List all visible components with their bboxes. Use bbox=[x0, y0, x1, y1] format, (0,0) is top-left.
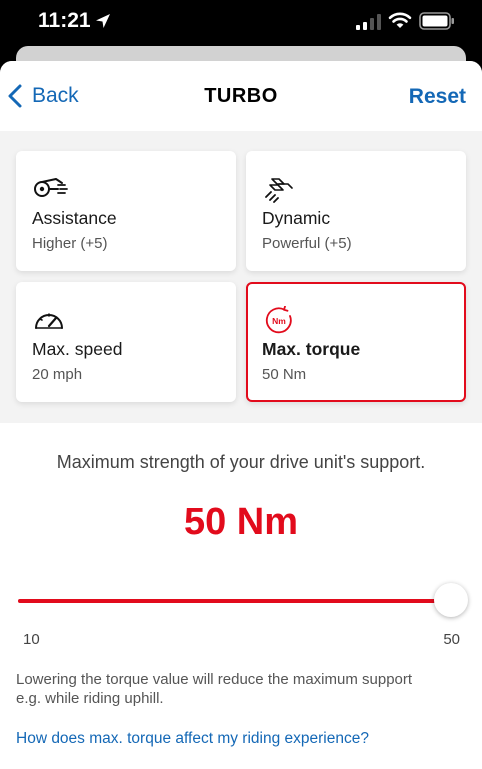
status-time: 11:21 bbox=[38, 9, 91, 32]
setting-description: Maximum strength of your drive unit's su… bbox=[56, 452, 426, 472]
assistance-card[interactable]: Assistance Higher (+5) bbox=[16, 151, 236, 271]
card-title: Assistance bbox=[32, 208, 117, 228]
status-bar: 11:21 bbox=[0, 0, 482, 48]
dynamic-icon bbox=[265, 178, 293, 203]
dynamic-card[interactable]: Dynamic Powerful (+5) bbox=[246, 151, 466, 271]
max-torque-card[interactable]: Nm Max. torque 50 Nm bbox=[246, 282, 466, 402]
wifi-icon bbox=[388, 12, 412, 28]
torque-icon: Nm bbox=[265, 306, 292, 334]
current-torque-value: 50 Nm bbox=[183, 501, 299, 543]
card-value: 20 mph bbox=[32, 366, 83, 383]
reset-button[interactable]: Reset bbox=[409, 85, 466, 109]
turbo-settings-sheet: Back TURBO Reset Assistance Higher (+5) bbox=[0, 61, 482, 769]
card-title: Max. speed bbox=[32, 339, 123, 359]
battery-icon bbox=[419, 12, 454, 30]
card-value: Higher (+5) bbox=[32, 235, 108, 252]
cellular-signal-icon bbox=[356, 14, 381, 30]
card-value: Powerful (+5) bbox=[262, 235, 352, 252]
settings-grid: Assistance Higher (+5) Dynamic Powerful … bbox=[0, 131, 482, 423]
slider-thumb[interactable] bbox=[434, 583, 468, 617]
assistance-icon bbox=[34, 178, 68, 197]
slider-fill bbox=[18, 599, 451, 603]
torque-note: Lowering the torque value will reduce th… bbox=[16, 671, 413, 707]
card-value: 50 Nm bbox=[262, 366, 307, 383]
slider-min-label: 10 bbox=[23, 631, 40, 648]
svg-text:Nm: Nm bbox=[272, 316, 286, 326]
location-arrow-icon bbox=[96, 14, 110, 28]
card-title: Max. torque bbox=[262, 339, 361, 359]
navigation-bar: Back TURBO Reset bbox=[0, 61, 482, 131]
card-title: Dynamic bbox=[262, 208, 331, 228]
torque-slider[interactable] bbox=[18, 581, 468, 619]
max-speed-card[interactable]: Max. speed 20 mph bbox=[16, 282, 236, 402]
speedometer-icon bbox=[35, 313, 63, 329]
slider-max-label: 50 bbox=[443, 631, 460, 648]
torque-help-link[interactable]: How does max. torque affect my riding ex… bbox=[16, 730, 369, 748]
